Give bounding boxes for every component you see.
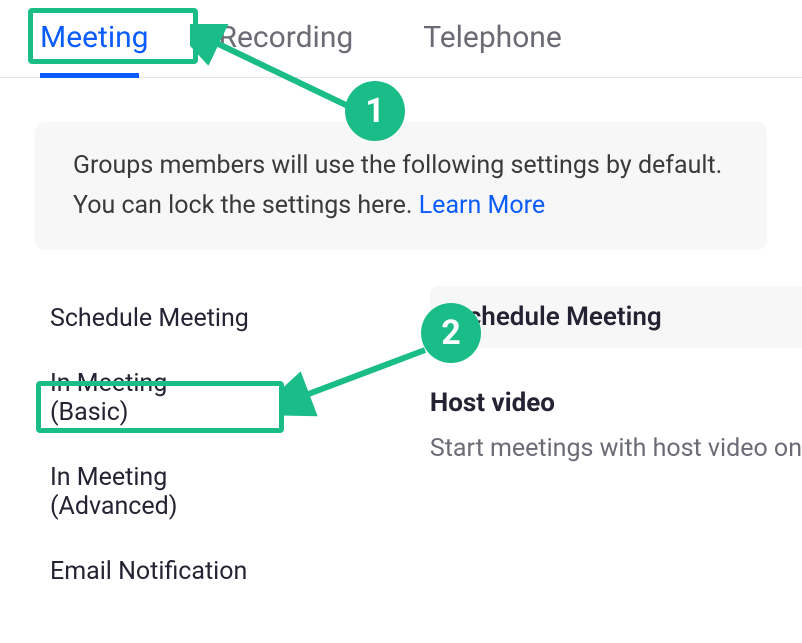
content-row: Schedule Meeting In Meeting (Basic) In M… <box>0 286 802 604</box>
settings-main: Schedule Meeting Host video Start meetin… <box>250 286 802 604</box>
settings-sidebar: Schedule Meeting In Meeting (Basic) In M… <box>0 286 250 604</box>
sidebar-item-in-meeting-basic[interactable]: In Meeting (Basic) <box>50 351 250 445</box>
tab-telephone[interactable]: Telephone <box>423 20 562 77</box>
info-banner-text: Groups members will use the following se… <box>73 151 722 220</box>
sidebar-item-in-meeting-advanced[interactable]: In Meeting (Advanced) <box>50 445 250 539</box>
sidebar-item-schedule-meeting[interactable]: Schedule Meeting <box>50 286 250 351</box>
info-banner: Groups members will use the following se… <box>35 122 767 250</box>
setting-host-video-title: Host video <box>430 388 802 418</box>
tab-recording[interactable]: Recording <box>219 20 354 77</box>
setting-host-video-desc: Start meetings with host video on <box>430 434 802 463</box>
tab-meeting[interactable]: Meeting <box>40 20 149 77</box>
sidebar-item-email-notification[interactable]: Email Notification <box>50 539 250 604</box>
tabs-row: Meeting Recording Telephone <box>0 0 802 78</box>
learn-more-link[interactable]: Learn More <box>419 191 545 220</box>
section-header: Schedule Meeting <box>430 286 802 348</box>
